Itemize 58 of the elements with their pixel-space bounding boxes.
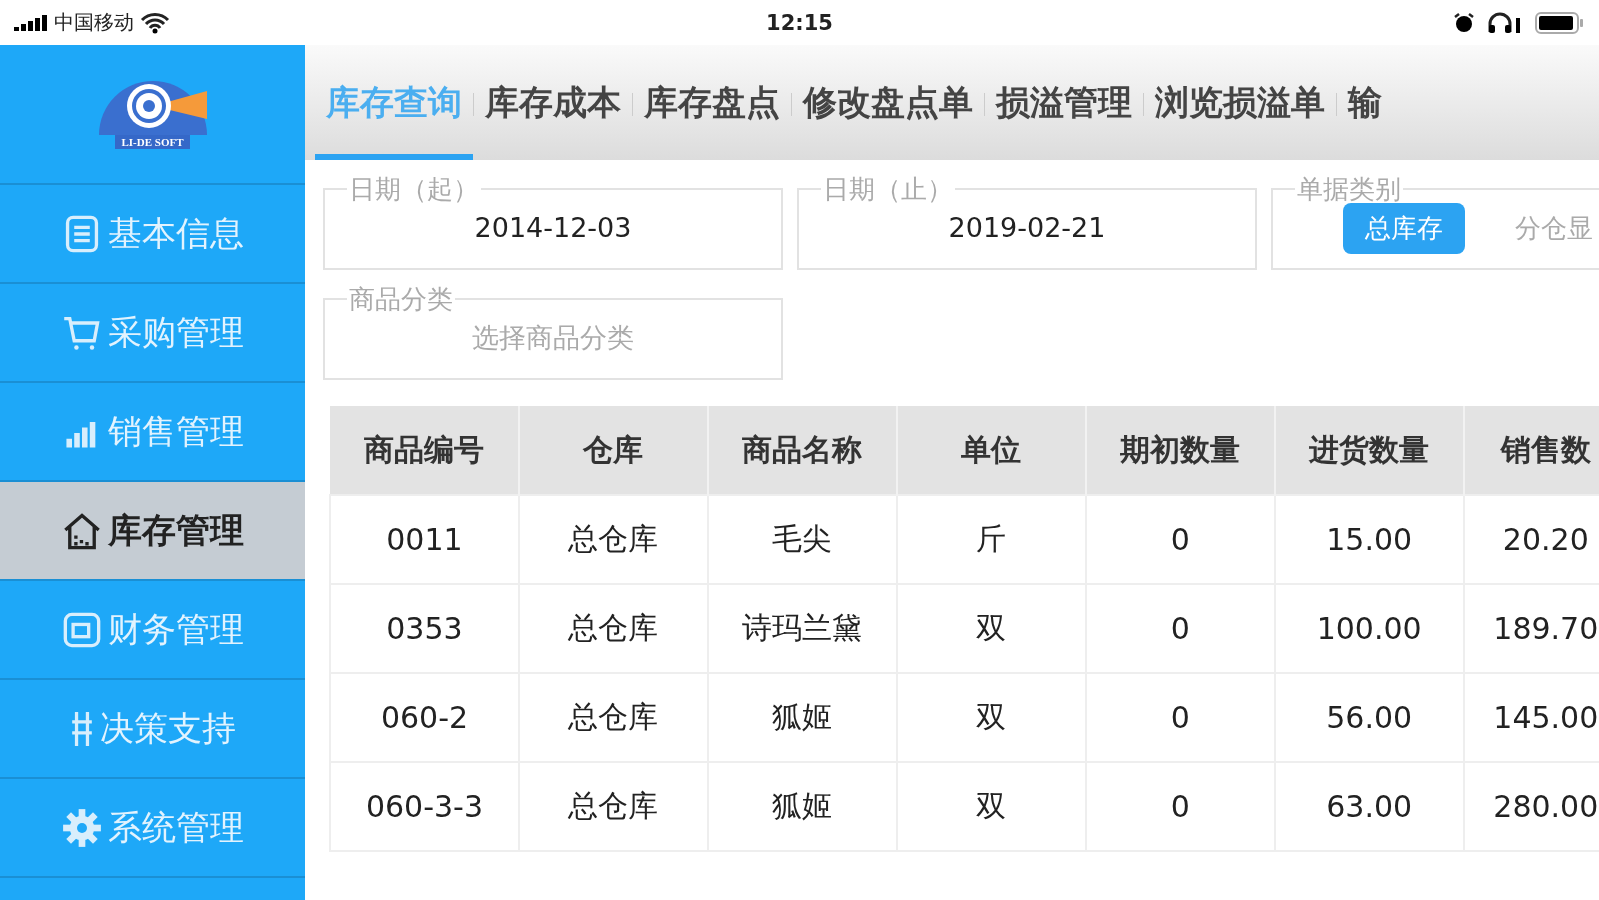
table-cell: 060-3-3 <box>330 762 519 851</box>
table-cell: 双 <box>896 584 1086 673</box>
tab[interactable]: 浏览损溢单 <box>1144 45 1336 160</box>
table-cell: 总仓库 <box>518 673 708 762</box>
table-cell: 0353 <box>330 584 519 673</box>
table-cell: 总仓库 <box>518 584 708 673</box>
signal-icon <box>14 14 48 31</box>
table-cell: 0 <box>1085 673 1275 762</box>
tab[interactable]: 输 <box>1337 45 1393 160</box>
field-label: 日期（起） <box>348 176 480 202</box>
table-cell: 100.00 <box>1274 584 1464 673</box>
tab[interactable]: 库存成本 <box>474 45 632 160</box>
column-header: 期初数量 <box>1085 406 1275 495</box>
tab[interactable]: 修改盘点单 <box>792 45 984 160</box>
table-cell: 56.00 <box>1274 673 1464 762</box>
date-field[interactable]: 日期（止） 2019-02-21 <box>797 176 1257 270</box>
tab[interactable]: 损溢管理 <box>985 45 1143 160</box>
table-cell: 63.00 <box>1274 762 1464 851</box>
column-header: 商品名称 <box>707 406 897 495</box>
table-cell: 狐姬 <box>707 762 897 851</box>
wifi-icon <box>140 11 170 34</box>
field-label: 单据类别 <box>1296 176 1402 202</box>
date-input[interactable]: 2019-02-21 <box>809 210 1245 244</box>
logo-text: LI-DE SOFT <box>115 135 190 149</box>
date-input[interactable]: 2014-12-03 <box>335 210 771 244</box>
tab[interactable]: 库存盘点 <box>633 45 791 160</box>
headphones-icon <box>1487 11 1523 34</box>
table-cell: 双 <box>896 673 1086 762</box>
battery-icon <box>1535 11 1585 34</box>
date-field[interactable]: 日期（起） 2014-12-03 <box>323 176 783 270</box>
alarm-icon <box>1453 11 1475 34</box>
table-cell: 诗玛兰黛 <box>707 584 897 673</box>
table-cell: 总仓库 <box>518 495 708 584</box>
table-cell: 狐姬 <box>707 673 897 762</box>
table-cell: 060-2 <box>330 673 519 762</box>
table-cell: 15.00 <box>1274 495 1464 584</box>
column-header: 商品编号 <box>330 406 519 495</box>
table-cell: 0 <box>1085 762 1275 851</box>
logo-icon <box>96 79 209 135</box>
table-cell: 20.20 <box>1463 495 1599 584</box>
field-label: 日期（止） <box>822 176 954 202</box>
column-header: 销售数 <box>1463 406 1599 495</box>
sidebar-item[interactable]: 库存管理 <box>0 482 305 581</box>
column-header: 仓库 <box>518 406 708 495</box>
clock-time: 12:15 <box>766 10 833 35</box>
table-cell: 0 <box>1085 584 1275 673</box>
column-header: 进货数量 <box>1274 406 1464 495</box>
category-input[interactable]: 选择商品分类 <box>335 320 771 354</box>
field-label: 商品分类 <box>348 286 454 312</box>
table-cell: 0 <box>1085 495 1275 584</box>
table-cell: 总仓库 <box>518 762 708 851</box>
table-cell: 斤 <box>896 495 1086 584</box>
table-cell: 双 <box>896 762 1086 851</box>
carrier-name: 中国移动 <box>54 9 134 36</box>
settings-icon <box>61 807 102 848</box>
table-cell: 0011 <box>330 495 519 584</box>
column-header: 单位 <box>896 406 1086 495</box>
table-cell: 毛尖 <box>707 495 897 584</box>
